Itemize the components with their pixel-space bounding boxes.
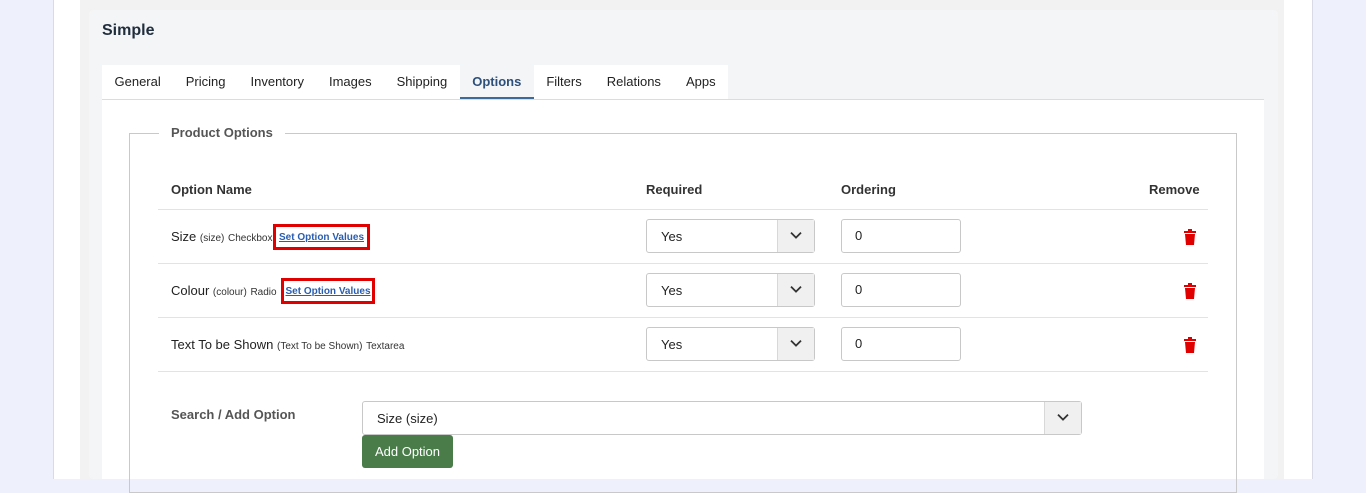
trash-icon[interactable] — [1183, 337, 1197, 353]
option-name: Size — [171, 229, 197, 244]
required-value: Yes — [661, 337, 683, 352]
set-option-values-link[interactable]: Set Option Values — [281, 278, 375, 304]
tab-filters[interactable]: Filters — [534, 65, 594, 99]
required-select[interactable]: Yes — [646, 219, 815, 253]
required-select[interactable]: Yes — [646, 327, 815, 361]
product-options-legend: Product Options — [159, 125, 285, 140]
option-type: Checkbox — [228, 233, 273, 244]
option-type: Radio — [250, 287, 277, 298]
option-name: Colour — [171, 283, 210, 298]
ordering-input[interactable]: 0 — [841, 273, 961, 307]
table-divider — [158, 263, 1208, 264]
option-code: (size) — [199, 233, 225, 244]
tab-images[interactable]: Images — [316, 65, 384, 99]
option-name: Text To be Shown — [171, 337, 274, 352]
table-row-size-label: Size (size) Checkbox — [171, 229, 272, 244]
search-add-option-value: Size (size) — [377, 411, 438, 426]
column-header-option-name: Option Name — [171, 182, 252, 197]
ordering-input[interactable]: 0 — [841, 219, 961, 253]
required-value: Yes — [661, 283, 683, 298]
chevron-down-icon — [1057, 413, 1069, 421]
select-toggle[interactable] — [777, 274, 814, 306]
tab-relations[interactable]: Relations — [594, 65, 673, 99]
column-header-ordering: Ordering — [841, 182, 896, 197]
table-row-text-label: Text To be Shown (Text To be Shown) Text… — [171, 337, 404, 352]
table-divider — [158, 209, 1208, 210]
option-code: (Text To be Shown) — [277, 341, 363, 352]
required-select[interactable]: Yes — [646, 273, 815, 307]
select-toggle[interactable] — [777, 220, 814, 252]
trash-icon[interactable] — [1183, 283, 1197, 299]
column-header-required: Required — [646, 182, 703, 197]
option-code: (colour) — [212, 287, 247, 298]
tab-pricing[interactable]: Pricing — [173, 65, 238, 99]
tab-options[interactable]: Options — [459, 65, 534, 99]
search-add-option-label: Search / Add Option — [171, 407, 296, 422]
set-option-values-link[interactable]: Set Option Values — [273, 224, 370, 250]
option-type: Textarea — [366, 341, 405, 352]
add-option-button[interactable]: Add Option — [362, 435, 453, 468]
search-add-option-select[interactable]: Size (size) — [362, 401, 1082, 435]
ordering-input[interactable]: 0 — [841, 327, 961, 361]
tab-shipping[interactable]: Shipping — [384, 65, 460, 99]
required-value: Yes — [661, 229, 683, 244]
chevron-down-icon — [790, 231, 802, 239]
tab-inventory[interactable]: Inventory — [238, 65, 316, 99]
select-toggle[interactable] — [1044, 402, 1081, 434]
tab-apps[interactable]: Apps — [673, 65, 728, 99]
card-title: Simple — [102, 22, 155, 39]
table-divider — [158, 317, 1208, 318]
tab-general[interactable]: General — [102, 65, 173, 99]
chevron-down-icon — [790, 285, 802, 293]
chevron-down-icon — [790, 339, 802, 347]
table-row-colour-label: Colour (colour) Radio — [171, 283, 277, 298]
column-header-remove: Remove — [1149, 182, 1200, 197]
table-divider — [158, 371, 1208, 372]
select-toggle[interactable] — [777, 328, 814, 360]
tab-bar: General Pricing Inventory Images Shippin… — [102, 65, 729, 99]
trash-icon[interactable] — [1183, 229, 1197, 245]
